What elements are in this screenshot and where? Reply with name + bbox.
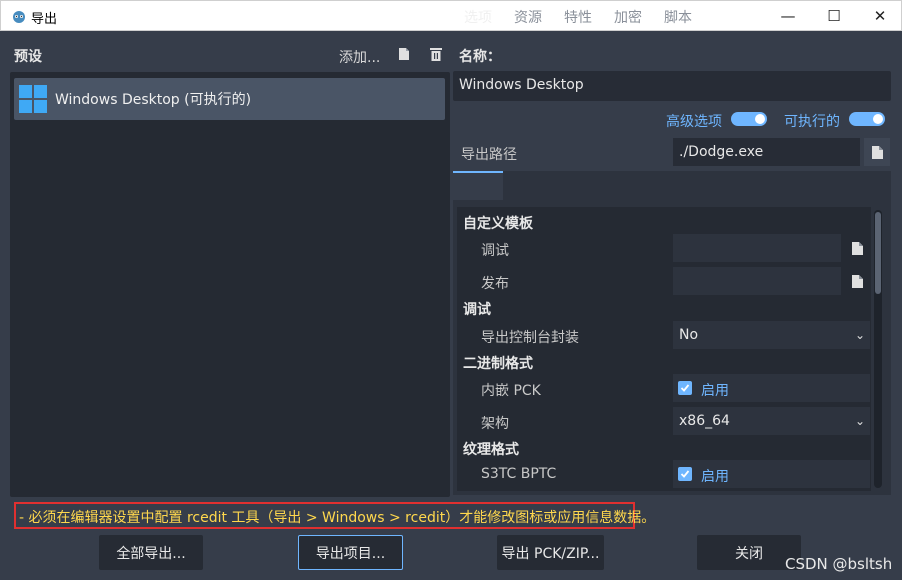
tab-bar	[453, 171, 891, 200]
export-path-field[interactable]: ./Dodge.exe	[673, 138, 860, 166]
close-window-button[interactable]: ✕	[857, 1, 902, 31]
minimize-button[interactable]: —	[765, 1, 811, 31]
s3tc-bptc-enabled-label: 启用	[701, 469, 729, 485]
advanced-options-toggle[interactable]	[731, 112, 767, 126]
s3tc-bptc-label: S3TC BPTC	[481, 466, 557, 482]
export-console-label: 导出控制台封装	[481, 330, 579, 346]
section-binary-format: 二进制格式	[463, 356, 533, 372]
rcedit-warning-message: - 必须在编辑器设置中配置 rcedit 工具（导出 > Windows > r…	[14, 502, 655, 529]
maximize-button[interactable]: ☐	[811, 1, 857, 31]
file-icon	[871, 145, 883, 159]
template-release-field[interactable]	[673, 267, 841, 295]
export-console-select[interactable]: No	[673, 321, 870, 349]
preset-item-label: Windows Desktop (可执行的)	[55, 92, 252, 108]
section-debug: 调试	[463, 302, 491, 318]
embed-pck-enabled-label: 启用	[701, 383, 729, 399]
tab-options[interactable]: 选项	[464, 7, 492, 27]
presets-heading: 预设	[14, 49, 42, 65]
executable-label: 可执行的	[784, 114, 840, 130]
options-scrollbar-thumb[interactable]	[875, 212, 881, 294]
checkmark-icon	[680, 384, 690, 392]
export-all-button[interactable]: 全部导出...	[99, 535, 203, 570]
chevron-down-icon[interactable]: ⌄	[855, 414, 865, 428]
template-release-label: 发布	[481, 276, 509, 292]
name-label: 名称：	[459, 49, 501, 65]
window-title: 导出	[31, 12, 58, 27]
add-preset-button[interactable]: 添加...	[339, 47, 380, 67]
s3tc-bptc-checkbox[interactable]	[678, 467, 692, 481]
tab-encryption[interactable]: 加密	[614, 7, 642, 27]
export-project-button[interactable]: 导出项目...	[298, 535, 403, 570]
export-path-browse-button[interactable]	[864, 138, 890, 166]
watermark: CSDN @bsltsh	[785, 555, 893, 573]
preset-item-windows-desktop[interactable]: Windows Desktop (可执行的)	[14, 78, 445, 120]
template-debug-browse-button[interactable]	[846, 234, 868, 262]
trash-icon[interactable]	[428, 46, 444, 62]
embed-pck-checkbox[interactable]	[678, 381, 692, 395]
file-icon	[851, 241, 863, 255]
preset-list	[10, 72, 450, 497]
template-release-browse-button[interactable]	[846, 267, 868, 295]
window-titlebar: 导出 — ☐ ✕	[0, 0, 902, 31]
architecture-select[interactable]: x86_64	[673, 407, 870, 435]
template-debug-field[interactable]	[673, 234, 841, 262]
section-texture-format: 纹理格式	[463, 442, 519, 458]
section-custom-template: 自定义模板	[463, 216, 533, 232]
embed-pck-label: 内嵌 PCK	[481, 383, 541, 399]
executable-toggle[interactable]	[849, 112, 885, 126]
windows-logo-icon	[19, 85, 47, 113]
chevron-down-icon[interactable]: ⌄	[855, 328, 865, 342]
duplicate-icon[interactable]	[396, 46, 412, 62]
tab-features[interactable]: 特性	[564, 7, 592, 27]
template-debug-label: 调试	[481, 243, 509, 259]
export-path-label: 导出路径	[461, 147, 517, 163]
file-icon	[851, 274, 863, 288]
architecture-label: 架构	[481, 416, 509, 432]
export-pck-zip-button[interactable]: 导出 PCK/ZIP...	[497, 535, 604, 570]
tab-scripts[interactable]: 脚本	[664, 7, 692, 27]
preset-name-field[interactable]: Windows Desktop	[453, 71, 891, 101]
checkmark-icon	[680, 470, 690, 478]
advanced-options-label: 高级选项	[666, 114, 722, 130]
tab-resources[interactable]: 资源	[514, 7, 542, 27]
active-tab-indicator	[453, 171, 503, 200]
godot-app-icon	[13, 11, 25, 23]
